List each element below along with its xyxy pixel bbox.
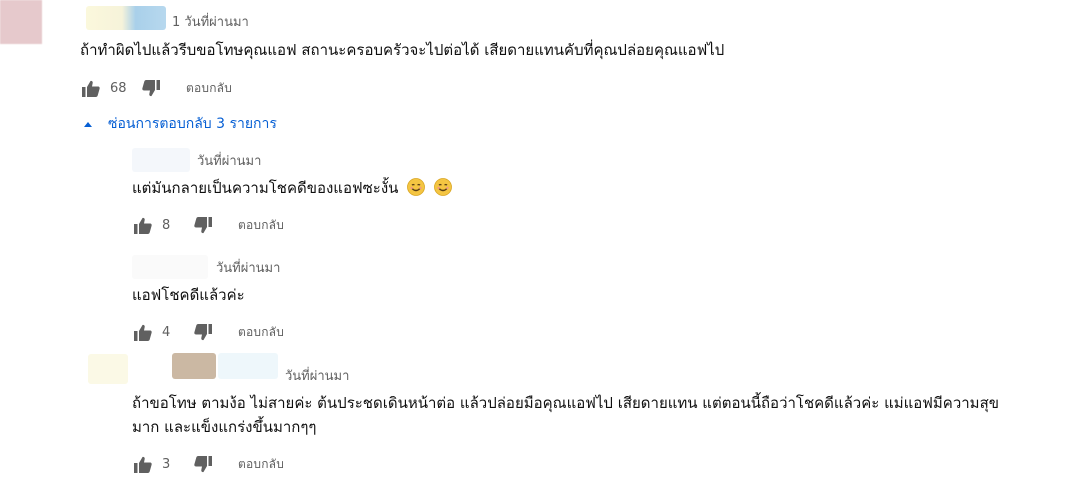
reply-text-continued: มาก และแข็งแกร่งขึ้นมากๆๆ (132, 418, 317, 436)
thumbs-down-icon (194, 216, 212, 233)
hide-replies-label: ซ่อนการตอบกลับ 3 รายการ (108, 116, 277, 132)
reply-button[interactable]: ตอบกลับ (238, 323, 284, 342)
author-name-redacted[interactable] (132, 255, 208, 279)
dislike-button[interactable] (192, 215, 214, 235)
like-button[interactable] (80, 78, 102, 98)
reply-timestamp[interactable]: วันที่ผ่านมา (197, 150, 261, 171)
author-name-redacted[interactable] (218, 353, 278, 379)
thumbs-up-icon (134, 324, 152, 341)
avatar[interactable] (0, 0, 42, 44)
caret-up-icon (84, 121, 92, 127)
reply-actions: 3 ตอบกลับ (132, 454, 284, 474)
reply-text: แอฟโชคดีแล้วค่ะ (132, 286, 245, 304)
comment-timestamp[interactable]: 1 วันที่ผ่านมา (172, 11, 249, 32)
smiling-face-icon (407, 178, 426, 196)
reply-text: ถ้าขอโทษ ตามง้อ ไม่สายค่ะ ต้นประชดเดินหน… (132, 394, 999, 412)
author-name-redacted[interactable] (132, 148, 190, 172)
reply-button[interactable]: ตอบกลับ (238, 216, 284, 235)
dislike-button[interactable] (192, 322, 214, 342)
reply-text: แต่มันกลายเป็นความโชคดีของแอฟซะงั้น (132, 175, 452, 201)
author-name-redacted[interactable] (86, 6, 166, 30)
reply-actions: 8 ตอบกลับ (132, 215, 284, 235)
thumbs-down-icon (142, 79, 160, 96)
thumbs-up-icon (134, 456, 152, 473)
reply-text-content: แต่มันกลายเป็นความโชคดีของแอฟซะงั้น (132, 179, 399, 197)
like-count: 8 (162, 217, 171, 233)
thumbs-down-icon (194, 455, 212, 472)
reply-actions: 4 ตอบกลับ (132, 322, 284, 342)
reply-timestamp[interactable]: วันที่ผ่านมา (285, 365, 349, 386)
comment-actions: 68 ตอบกลับ (80, 78, 232, 98)
thumbs-up-icon (134, 217, 152, 234)
thumbs-up-icon (82, 80, 100, 97)
hide-replies-button[interactable]: ซ่อนการตอบกลับ 3 รายการ (80, 113, 277, 135)
reply-button[interactable]: ตอบกลับ (186, 79, 232, 98)
like-count: 4 (162, 324, 171, 340)
reply-button[interactable]: ตอบกลับ (238, 455, 284, 474)
dislike-button[interactable] (192, 454, 214, 474)
like-button[interactable] (132, 454, 154, 474)
like-button[interactable] (132, 215, 154, 235)
like-button[interactable] (132, 322, 154, 342)
reply-timestamp[interactable]: วันที่ผ่านมา (216, 257, 280, 278)
thumbs-down-icon (194, 323, 212, 340)
author-name-redacted[interactable] (172, 353, 216, 379)
avatar-redacted[interactable] (88, 354, 128, 384)
comment-text: ถ้าทำผิดไปแล้วรีบขอโทษคุณแอฟ สถานะครอบคร… (80, 41, 725, 59)
like-count: 68 (110, 80, 127, 96)
dislike-button[interactable] (140, 78, 162, 98)
smiling-face-icon (434, 178, 452, 196)
like-count: 3 (162, 456, 171, 472)
